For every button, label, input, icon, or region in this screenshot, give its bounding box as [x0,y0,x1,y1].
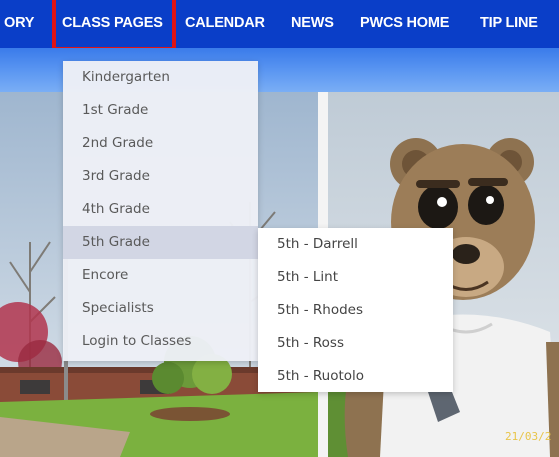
dropdown-item-5th-grade[interactable]: 5th Grade [63,226,258,259]
photo-timestamp: 21/03/2 [505,430,552,443]
dropdown-item-4th-grade[interactable]: 4th Grade [63,193,258,226]
dropdown-item-login-to-classes[interactable]: Login to Classes [63,325,258,358]
dropdown-item-specialists[interactable]: Specialists [63,292,258,325]
fifth-grade-submenu: 5th - Darrell 5th - Lint 5th - Rhodes 5t… [258,228,453,392]
dropdown-item-1st-grade[interactable]: 1st Grade [63,94,258,127]
nav-item-calendar[interactable]: CALENDAR [185,0,265,48]
dropdown-item-kindergarten[interactable]: Kindergarten [63,61,258,94]
nav-item-news[interactable]: NEWS [291,0,334,48]
nav-item-pwcs-home[interactable]: PWCS HOME [360,0,449,48]
dropdown-item-2nd-grade[interactable]: 2nd Grade [63,127,258,160]
nav-item-directory[interactable]: ORY [4,0,34,48]
submenu-item-rhodes[interactable]: 5th - Rhodes [258,294,453,327]
dropdown-item-3rd-grade[interactable]: 3rd Grade [63,160,258,193]
highlight-box [52,0,176,51]
submenu-item-ruotolo[interactable]: 5th - Ruotolo [258,360,453,393]
nav-item-tip-line[interactable]: TIP LINE [480,0,538,48]
submenu-item-lint[interactable]: 5th - Lint [258,261,453,294]
class-pages-dropdown: Kindergarten 1st Grade 2nd Grade 3rd Gra… [63,61,258,361]
dropdown-item-encore[interactable]: Encore [63,259,258,292]
submenu-item-darrell[interactable]: 5th - Darrell [258,228,453,261]
submenu-item-ross[interactable]: 5th - Ross [258,327,453,360]
